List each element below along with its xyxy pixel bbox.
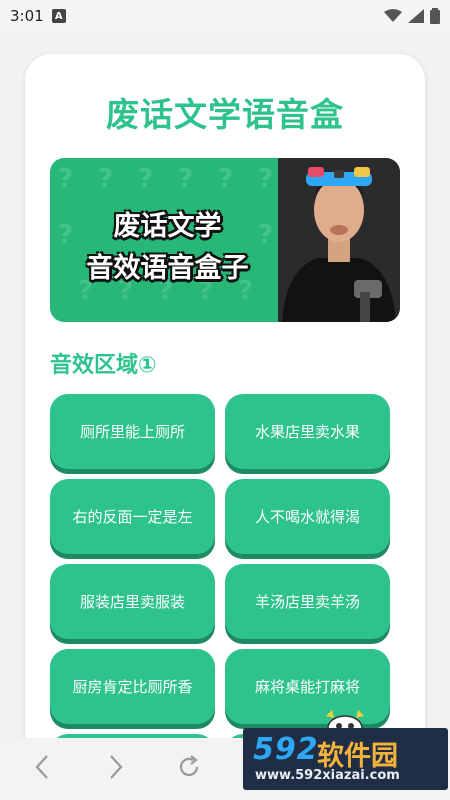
banner-title-line2: 音效语音盒子 <box>86 253 249 284</box>
watermark-url: www.592xiazai.com <box>255 768 400 783</box>
sound-button[interactable]: 水果店里卖水果 <box>225 394 390 469</box>
sound-button[interactable]: 人不喝水就得渴 <box>225 479 390 554</box>
watermark-logo: 592 软件园 www.592xiazai.com <box>243 728 448 790</box>
sound-button[interactable]: 厕所里能上厕所 <box>50 394 215 469</box>
watermark-number: 592 <box>253 732 319 767</box>
person-photo <box>278 158 400 322</box>
sound-button[interactable]: 羊汤店里卖羊汤 <box>225 564 390 639</box>
signal-icon <box>408 9 424 23</box>
wifi-icon <box>384 9 402 22</box>
main-card: 废话文学语音盒 ? ? ? ? ? ? ? ? ? ? ? ? ? 废话文学 音… <box>25 54 425 800</box>
reload-icon[interactable] <box>177 754 201 780</box>
battery-icon <box>430 8 440 24</box>
status-icons <box>384 8 440 24</box>
banner-title-line1: 废话文学 <box>113 211 222 242</box>
sound-button[interactable]: 右的反面一定是左 <box>50 479 215 554</box>
sound-button[interactable]: 服装店里卖服装 <box>50 564 215 639</box>
back-icon[interactable] <box>34 754 50 780</box>
notification-icon: A <box>51 9 66 23</box>
status-time: 3:01 <box>10 7 44 25</box>
forward-icon[interactable] <box>108 754 124 780</box>
app-title: 废话文学语音盒 <box>106 95 344 134</box>
section-title: 音效区域① <box>50 353 157 378</box>
sound-button[interactable]: 厨房肯定比厕所香 <box>50 649 215 724</box>
banner-image: ? ? ? ? ? ? ? ? ? ? ? ? ? 废话文学 音效语音盒子 <box>50 158 400 322</box>
status-bar: 3:01 A <box>0 0 450 32</box>
